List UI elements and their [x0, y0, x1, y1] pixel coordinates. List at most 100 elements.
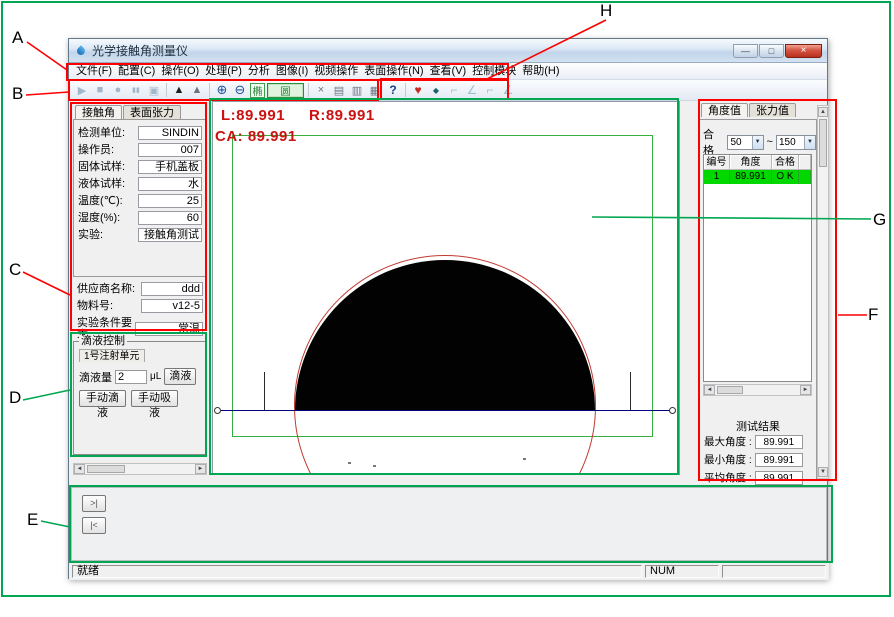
field-material-no: 物料号: v12-5: [77, 299, 203, 313]
snapshot-light-icon[interactable]: ▲: [189, 82, 205, 98]
titlebar[interactable]: 光学接触角测量仪 — □ ×: [69, 39, 827, 63]
menu-process[interactable]: 处理(P): [202, 64, 245, 79]
avg-angle-value[interactable]: 89.991: [755, 471, 803, 485]
circle-fit-button[interactable]: 圆: [267, 83, 304, 98]
menu-image[interactable]: 图像(I): [273, 64, 311, 79]
angle-left-tool-icon[interactable]: ∠: [464, 82, 480, 98]
drop-button[interactable]: 滴液: [164, 368, 196, 385]
scroll-thumb[interactable]: [717, 386, 743, 394]
minimize-button[interactable]: —: [733, 44, 758, 58]
frame-icon[interactable]: ▣: [146, 82, 162, 98]
field-condition-input[interactable]: 常温: [135, 322, 203, 336]
tab-angle-values[interactable]: 角度值: [701, 103, 748, 117]
manual-suck-button[interactable]: 手动吸液: [131, 390, 178, 407]
record-icon[interactable]: ●: [110, 82, 126, 98]
field-temperature: 温度(℃): 25: [78, 194, 202, 208]
contact-tick-left: [264, 372, 265, 410]
zoom-out-icon[interactable]: ⊖: [232, 82, 248, 98]
menu-config[interactable]: 配置(C): [115, 64, 158, 79]
field-temperature-input[interactable]: 25: [138, 194, 202, 208]
hand-icon[interactable]: ♥: [410, 82, 426, 98]
window-title: 光学接触角测量仪: [92, 42, 188, 59]
baseline-handle-right[interactable]: [669, 407, 676, 414]
menu-bar: 文件(F) 配置(C) 操作(O) 处理(P) 分析 图像(I) 视频操作 表面…: [69, 63, 827, 80]
step-back-button[interactable]: |<: [82, 517, 106, 534]
left-panel: 接触角 表面张力 检测单位: SINDIN 操作员: 007 固体试样: 手机盖…: [71, 103, 209, 485]
menu-help[interactable]: 帮助(H): [519, 64, 562, 79]
scroll-right-arrow[interactable]: ►: [195, 464, 206, 474]
baseline-handle-left[interactable]: [214, 407, 221, 414]
chevron-down-icon[interactable]: ▼: [752, 136, 763, 149]
min-angle-value[interactable]: 89.991: [755, 453, 803, 467]
copy-icon[interactable]: ▤: [331, 82, 347, 98]
field-unit-input[interactable]: SINDIN: [138, 126, 202, 140]
menu-video-ops[interactable]: 视频操作: [311, 64, 361, 79]
field-humidity-input[interactable]: 60: [138, 211, 202, 225]
table-hscrollbar[interactable]: ◄ ►: [703, 384, 812, 396]
menu-view[interactable]: 查看(V): [427, 64, 470, 79]
drop-volume-input[interactable]: 2: [115, 370, 147, 384]
right-scrollbar[interactable]: ▲ ▼: [817, 105, 829, 479]
manual-drop-button[interactable]: 手动滴液: [79, 390, 126, 407]
help-icon[interactable]: ?: [385, 82, 401, 98]
field-experiment-input[interactable]: 接触角测试: [138, 228, 202, 242]
menu-analysis[interactable]: 分析: [245, 64, 273, 79]
menu-surface-ops[interactable]: 表面操作(N): [361, 64, 426, 79]
tab-surface-tension[interactable]: 表面张力: [123, 105, 181, 119]
field-supplier-input[interactable]: ddd: [141, 282, 203, 296]
menu-control-module[interactable]: 控制模块: [469, 64, 519, 79]
field-liquid-sample-input[interactable]: 水: [138, 177, 202, 191]
field-supplier: 供应商名称: ddd: [77, 282, 203, 296]
injection-unit-tab[interactable]: 1号注射单元: [79, 349, 145, 362]
pass-max-select[interactable]: 150 ▼: [776, 135, 816, 150]
scroll-thumb[interactable]: [87, 465, 125, 473]
angle-right-tool-icon[interactable]: ⌐: [482, 82, 498, 98]
chevron-down-icon[interactable]: ▼: [804, 136, 815, 149]
test-results-title: 测试结果: [700, 418, 816, 434]
play-icon[interactable]: ▶: [74, 82, 90, 98]
menu-operation[interactable]: 操作(O): [158, 64, 202, 79]
angle-table[interactable]: 编号 角度 合格 1 89.991 O K: [703, 154, 812, 382]
menu-file[interactable]: 文件(F): [73, 64, 115, 79]
field-solid-sample-label: 固体试样:: [78, 161, 138, 173]
cut-icon[interactable]: ×: [313, 82, 329, 98]
tab-contact-angle[interactable]: 接触角: [75, 105, 122, 119]
callout-line-a: [27, 42, 67, 70]
print-icon[interactable]: ▦: [367, 82, 383, 98]
angle-both-tool-icon[interactable]: ∠: [500, 82, 516, 98]
result-row-avg: 平均角度 : 89.991: [704, 470, 803, 485]
close-button[interactable]: ×: [785, 44, 822, 58]
pass-min-select[interactable]: 50 ▼: [727, 135, 763, 150]
zoom-in-icon[interactable]: ⊕: [214, 82, 230, 98]
field-humidity-label: 湿度(%):: [78, 212, 138, 224]
header-partial: [799, 155, 811, 170]
left-panel-hscrollbar[interactable]: ◄ ►: [73, 463, 207, 475]
scroll-right-arrow[interactable]: ►: [800, 385, 811, 395]
extra-fields: 供应商名称: ddd 物料号: v12-5 实验条件要求: 常温: [73, 279, 207, 342]
baseline-line[interactable]: [219, 410, 671, 411]
bottom-panel: >| |<: [71, 487, 827, 561]
snapshot-dark-icon[interactable]: ▲: [171, 82, 187, 98]
step-forward-button[interactable]: >|: [82, 495, 106, 512]
scroll-up-arrow[interactable]: ▲: [818, 107, 828, 117]
paste-icon[interactable]: ▥: [349, 82, 365, 98]
scroll-left-arrow[interactable]: ◄: [704, 385, 715, 395]
image-area[interactable]: L:89.991 R:89.991 CA: 89.991: [212, 101, 680, 475]
max-angle-value[interactable]: 89.991: [755, 435, 803, 449]
contact-tick-right: [630, 372, 631, 410]
pause-icon[interactable]: ▮▮: [128, 82, 144, 98]
field-solid-sample-input[interactable]: 手机盖板: [138, 160, 202, 174]
tab-tension-values[interactable]: 张力值: [749, 103, 796, 117]
table-row[interactable]: 1 89.991 O K: [704, 170, 811, 184]
baseline-tool-icon[interactable]: ⌐: [446, 82, 462, 98]
scroll-left-arrow[interactable]: ◄: [74, 464, 85, 474]
field-operator-label: 操作员:: [78, 144, 138, 156]
stop-icon[interactable]: ■: [92, 82, 108, 98]
maximize-button[interactable]: □: [759, 44, 784, 58]
field-operator-input[interactable]: 007: [138, 143, 202, 157]
field-material-no-input[interactable]: v12-5: [141, 299, 203, 313]
ellipse-fit-button[interactable]: 椭: [250, 83, 265, 98]
dispense-icon[interactable]: ◆: [428, 82, 444, 98]
scroll-thumb[interactable]: [819, 119, 827, 167]
scroll-down-arrow[interactable]: ▼: [818, 467, 828, 477]
